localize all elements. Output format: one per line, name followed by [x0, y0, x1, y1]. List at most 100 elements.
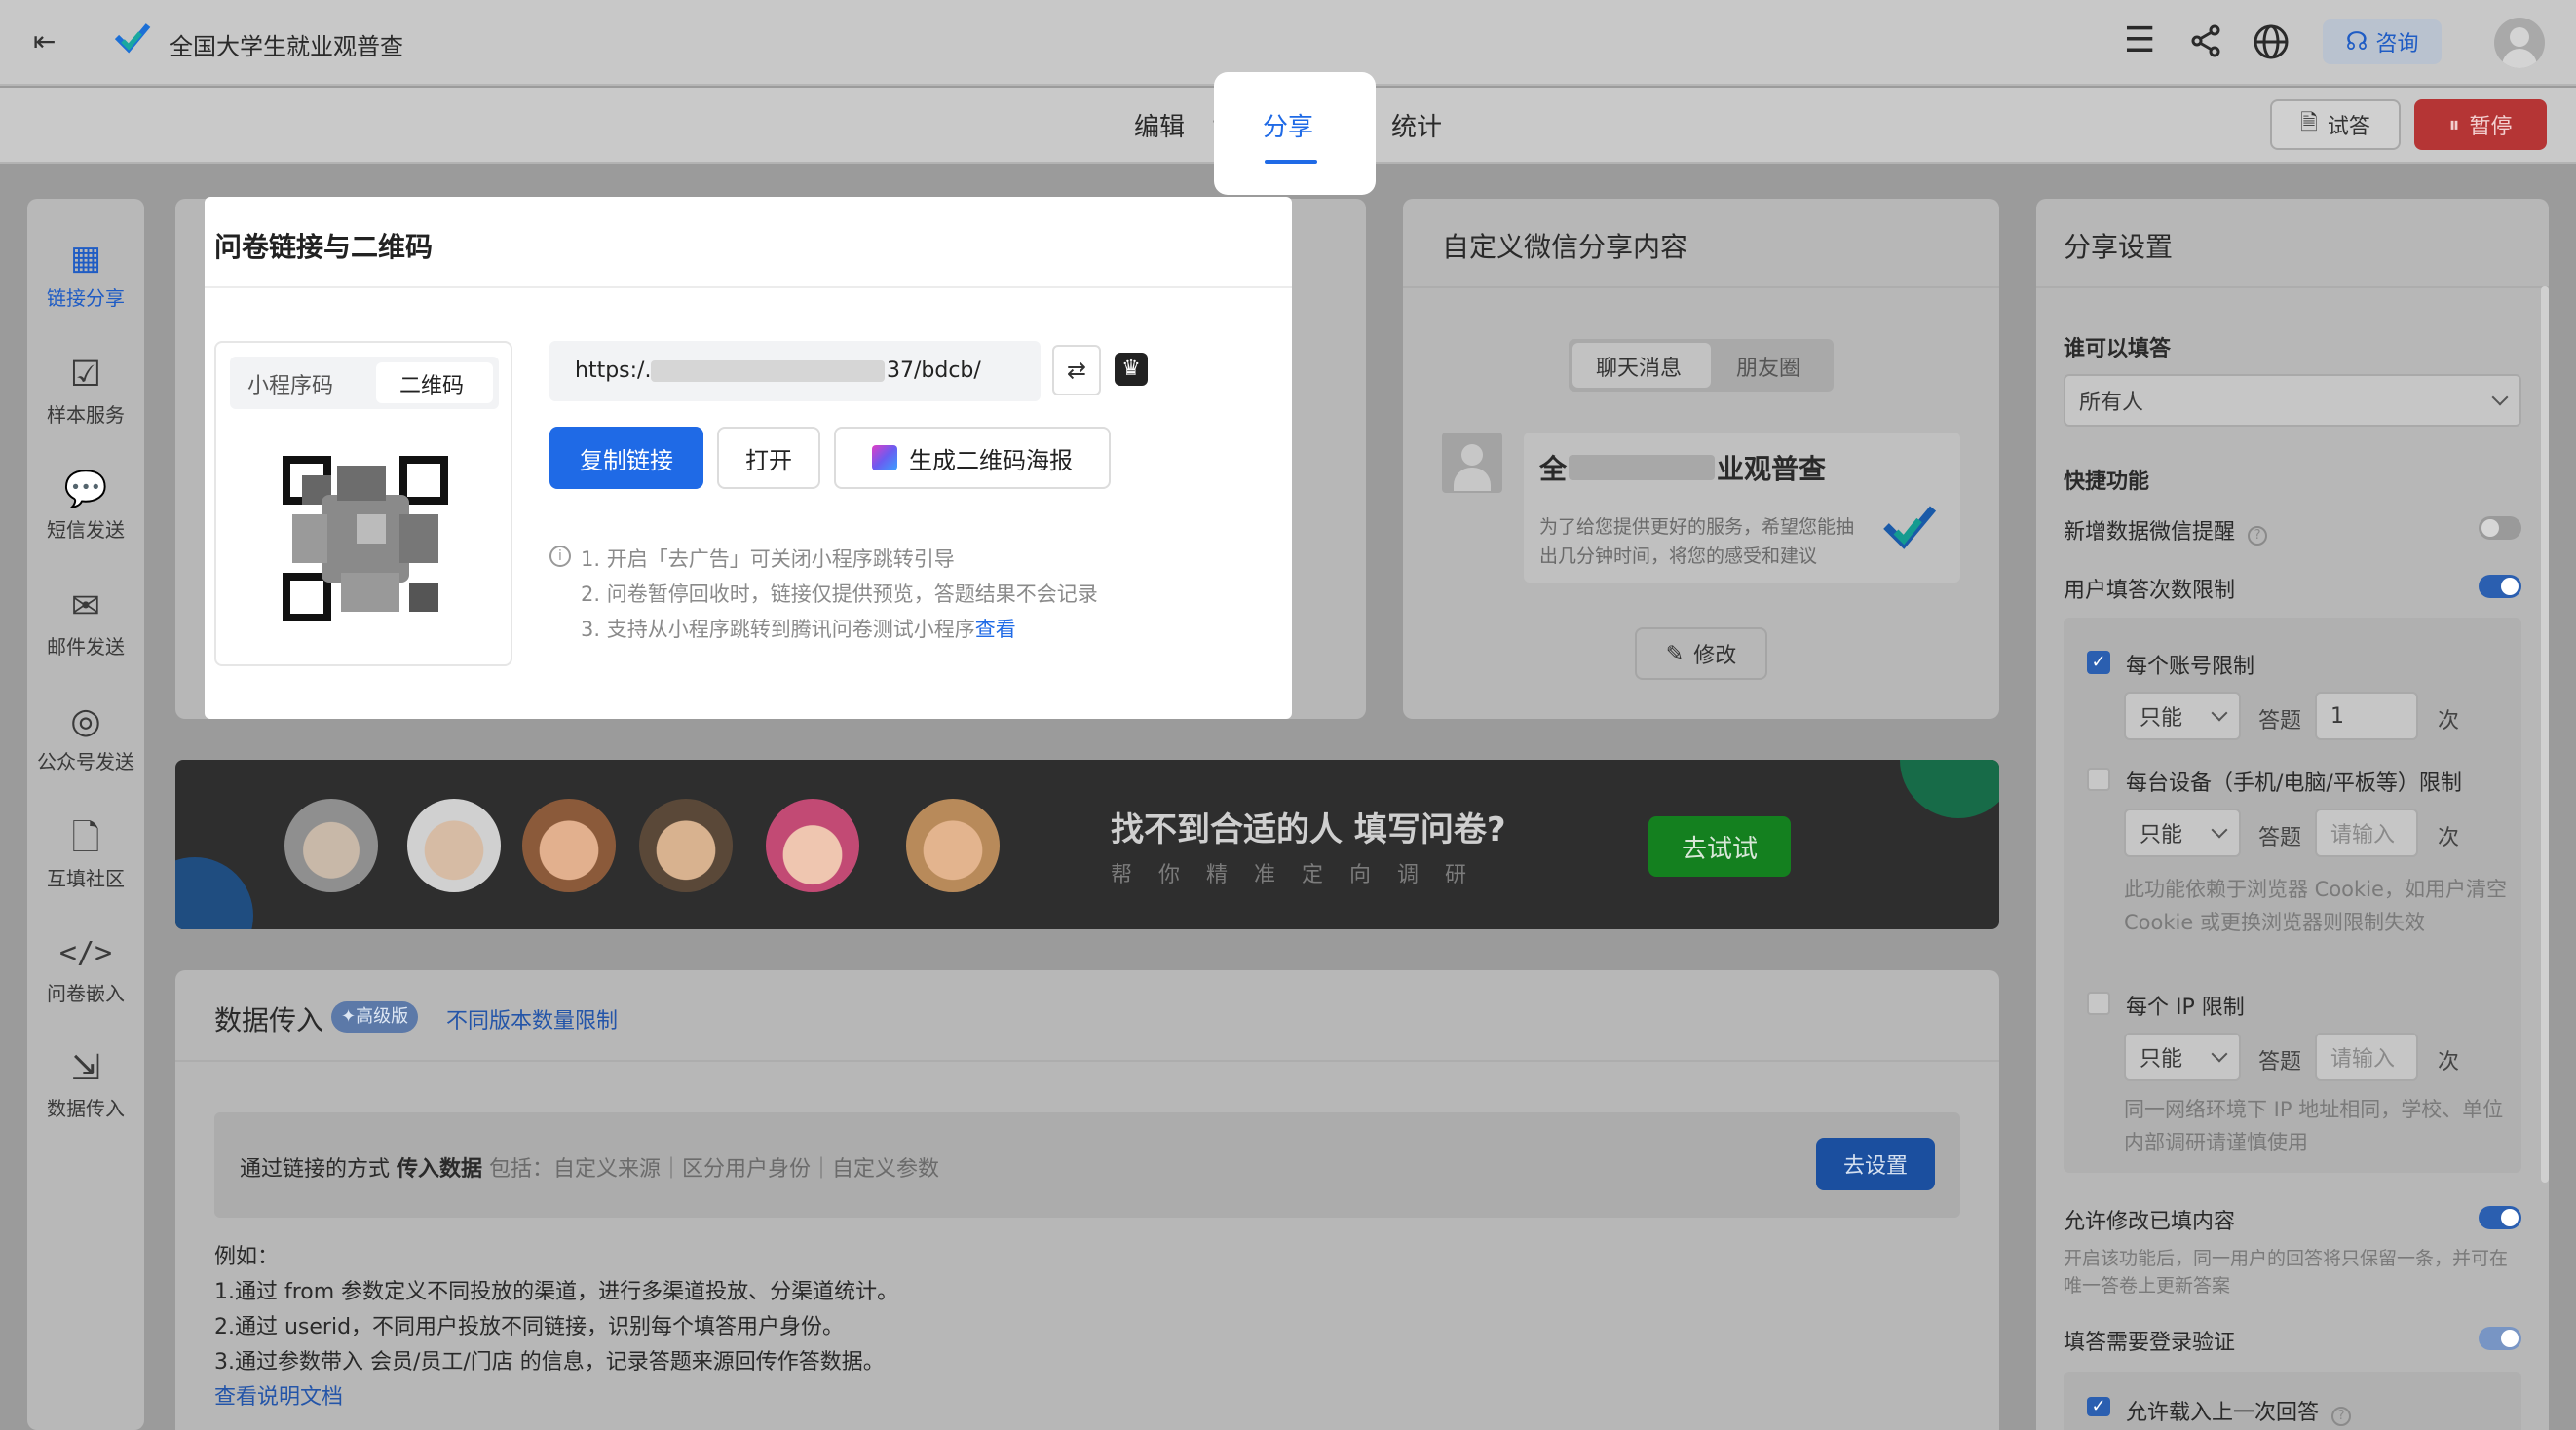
share-icon[interactable]	[2188, 23, 2223, 58]
preview-logo-icon	[1880, 499, 1939, 557]
preview-desc: 为了给您提供更好的服务，希望您能抽出几分钟时间，将您的感受和建议	[1539, 516, 1855, 567]
new-data-remind-text: 新增数据微信提醒	[2064, 520, 2236, 545]
share-url-input[interactable]: https:/. 37/bdcb/	[549, 341, 1041, 401]
example-2: 2.通过 userid，不同用户投放不同链接，识别每个填答用户身份。	[214, 1315, 845, 1339]
load-last-checkbox[interactable]: ✓	[2087, 1397, 2110, 1416]
sidebar-item-link-share[interactable]: ▦ 链接分享	[27, 234, 144, 311]
tab-chat-label: 聊天消息	[1596, 357, 1683, 381]
setup-button[interactable]: 去设置	[1816, 1138, 1935, 1190]
import-icon: ⇲	[70, 1048, 101, 1088]
step-stats[interactable]: 统计	[1391, 107, 1442, 143]
sidebar-item-embed[interactable]: </> 问卷嵌入	[27, 929, 144, 1006]
step-edit[interactable]: 编辑	[1134, 107, 1185, 143]
import-info-bold: 传入数据	[397, 1157, 483, 1182]
per-account-select[interactable]: 只能	[2124, 692, 2241, 740]
per-account-count-input[interactable]: 1	[2315, 692, 2418, 740]
open-button[interactable]: 打开	[717, 427, 820, 489]
sidebar-item-sample[interactable]: ☑ 样本服务	[27, 351, 144, 428]
allow-modify-label: 允许修改已填内容	[2064, 1210, 2236, 1234]
import-info-text: 通过链接的方式 传入数据 包括：自定义来源｜区分用户身份｜自定义参数	[240, 1151, 939, 1183]
back-icon[interactable]: ⇤	[33, 25, 56, 57]
banner-decor	[175, 857, 253, 929]
per-device-label: 每台设备（手机/电脑/平板等）限制	[2126, 771, 2462, 796]
poster-button[interactable]: 生成二维码海报	[834, 427, 1111, 489]
sms-icon: 💬	[63, 470, 108, 509]
copy-link-label: 复制链接	[580, 446, 673, 474]
sidebar-item-mail[interactable]: ✉ 邮件发送	[27, 583, 144, 659]
doc-link[interactable]: 查看说明文档	[214, 1379, 343, 1411]
times-label: 次	[2438, 1050, 2460, 1074]
allow-modify-toggle[interactable]	[2479, 1206, 2521, 1229]
note-2: 2. 问卷暂停回收时，链接仅提供预览，答题结果不会记录	[581, 583, 1098, 606]
tab-moments[interactable]: 朋友圈	[1736, 351, 1800, 382]
sidebar-item-label: 互填社区	[47, 867, 125, 890]
chevron-down-icon	[2211, 704, 2228, 722]
setup-label: 去设置	[1842, 1154, 1908, 1179]
trial-button[interactable]: 🗎 试答	[2270, 99, 2401, 150]
who-select[interactable]: 所有人	[2064, 374, 2521, 427]
per-ip-select[interactable]: 只能	[2124, 1033, 2241, 1081]
per-account-select-value: 只能	[2140, 706, 2183, 731]
copy-link-button[interactable]: 复制链接	[549, 427, 703, 489]
new-data-remind-toggle[interactable]	[2479, 516, 2521, 540]
per-device-checkbox[interactable]	[2087, 768, 2110, 791]
per-device-select-value: 只能	[2140, 823, 2183, 847]
sidebar-item-label: 邮件发送	[47, 635, 125, 659]
trial-label: 试答	[2327, 115, 2370, 139]
view-link[interactable]: 查看	[975, 618, 1016, 641]
sidebar-item-community[interactable]: 🗋 互填社区	[27, 814, 144, 891]
preview-title-mask	[1569, 455, 1716, 480]
example-3: 3.通过参数带入 会员/员工/门店 的信息，记录答题来源回传作答数据。	[214, 1350, 885, 1374]
step-share-underline	[1265, 160, 1317, 164]
sidebar-item-label: 样本服务	[47, 403, 125, 427]
banner-headline: 找不到合适的人 填写问卷?	[1111, 810, 1506, 849]
wechat-share-panel: 自定义微信分享内容 聊天消息 朋友圈 全 业观普查 为了给您提供更好的服务，希望…	[1403, 199, 1999, 719]
qr-code-image	[283, 456, 448, 621]
per-device-select[interactable]: 只能	[2124, 809, 2241, 857]
per-ip-checkbox[interactable]	[2087, 992, 2110, 1015]
version-limit-link[interactable]: 不同版本数量限制	[446, 1003, 618, 1035]
crown-icon[interactable]: ♛	[1115, 353, 1148, 386]
note-3: 3. 支持从小程序跳转到腾讯问卷测试小程序查看	[581, 614, 1016, 643]
limit-label: 用户填答次数限制	[2064, 579, 2236, 603]
need-login-toggle[interactable]	[2479, 1327, 2521, 1350]
preview-title: 全 业观普查	[1539, 448, 1826, 487]
doc-icon: 🗋	[71, 818, 100, 858]
per-account-checkbox[interactable]: ✓	[2087, 651, 2110, 674]
load-last-text: 允许载入上一次回答	[2126, 1401, 2320, 1425]
open-label: 打开	[745, 446, 792, 474]
language-icon[interactable]	[2253, 23, 2290, 60]
document-icon: 🗎	[2300, 111, 2318, 135]
tab-qrcode-label: 二维码	[399, 374, 465, 398]
edit-share-button[interactable]: ✎ 修改	[1635, 627, 1767, 680]
times-label: 次	[2438, 826, 2460, 850]
scrollbar[interactable]	[2541, 286, 2549, 1183]
sidebar-item-import[interactable]: ⇲ 数据传入	[27, 1044, 144, 1121]
import-info-rest: 包括：自定义来源｜区分用户身份｜自定义参数	[489, 1157, 940, 1182]
tab-miniprogram[interactable]: 小程序码	[247, 368, 333, 399]
new-data-remind-label: 新增数据微信提醒 ?	[2064, 514, 2268, 546]
modify-note: 开启该功能后，同一用户的回答将只保留一条，并可在唯一答卷上更新答案	[2064, 1248, 2509, 1297]
step-share[interactable]: 分享	[1263, 107, 1313, 143]
per-device-count-input[interactable]: 请输入	[2315, 809, 2418, 857]
per-ip-label: 每个 IP 限制	[2126, 996, 2245, 1020]
help-icon[interactable]: ?	[2331, 1407, 2352, 1426]
sidebar-item-sms[interactable]: 💬 短信发送	[27, 466, 144, 543]
banner-try-button[interactable]: 去试试	[1648, 816, 1791, 877]
user-avatar[interactable]	[2494, 18, 2545, 68]
wechat-panel-title: 自定义微信分享内容	[1442, 231, 1688, 263]
pause-button[interactable]: ⏸ 暂停	[2414, 99, 2547, 150]
sidebar-item-wechat[interactable]: ◎ 公众号发送	[27, 697, 144, 774]
info-icon: i	[549, 546, 571, 567]
menu-icon[interactable]: ☰	[2124, 23, 2155, 58]
switch-link-button[interactable]: ⇄	[1052, 345, 1101, 395]
chevron-down-icon	[2211, 1045, 2228, 1063]
consult-button[interactable]: ☊ 咨询	[2323, 19, 2442, 64]
note-1: 1. 开启「去广告」可关闭小程序跳转引导	[581, 547, 955, 571]
per-ip-count-input[interactable]: 请输入	[2315, 1033, 2418, 1081]
preview-title-left: 全	[1539, 453, 1568, 485]
person-avatar-6	[906, 799, 1000, 892]
help-icon[interactable]: ?	[2248, 526, 2268, 546]
per-ip-placeholder: 请输入	[2330, 1047, 2396, 1072]
limit-toggle[interactable]	[2479, 575, 2521, 598]
